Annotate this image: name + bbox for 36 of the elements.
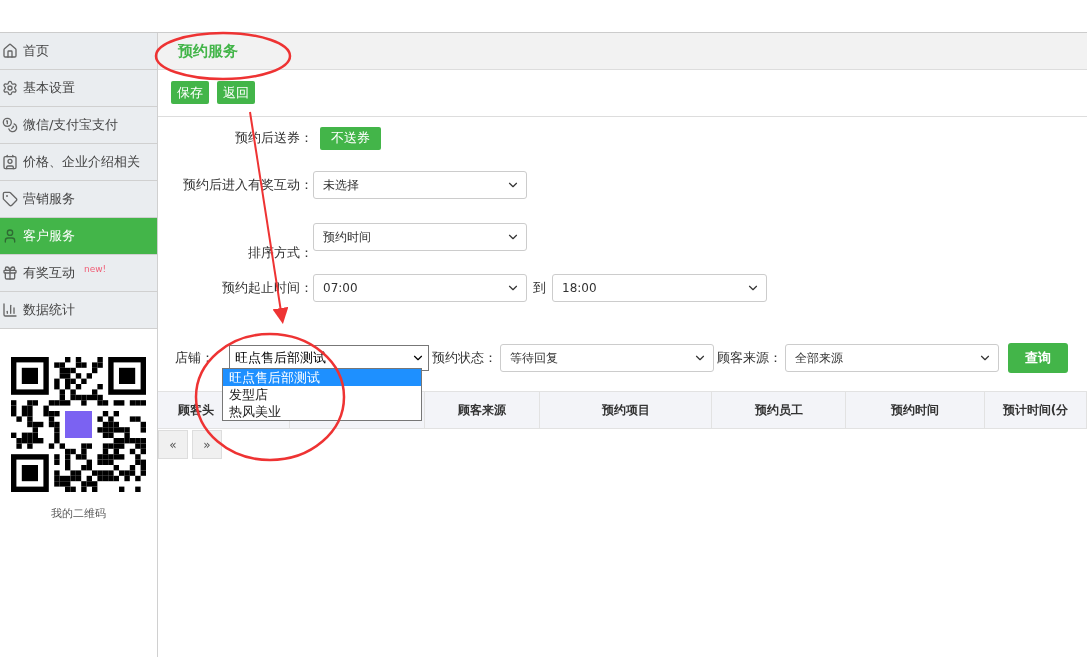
coins-icon — [2, 117, 18, 133]
settings-icon — [2, 80, 18, 96]
bar-chart-icon — [2, 302, 18, 318]
column-header: 预约项目 — [540, 392, 712, 428]
start-time-select[interactable]: 07:00 — [313, 274, 527, 302]
range-separator: 到 — [533, 279, 546, 297]
sidebar-item[interactable]: 价格、企业介绍相关 — [0, 144, 157, 181]
contact-card-icon — [2, 154, 18, 170]
column-header: 预约员工 — [712, 392, 846, 428]
interaction-select[interactable]: 未选择 — [313, 171, 527, 199]
person-icon — [2, 228, 18, 244]
house-icon — [2, 43, 18, 59]
sidebar-item[interactable]: 首页 — [0, 33, 157, 70]
source-label: 顾客来源： — [717, 349, 782, 367]
sidebar-item[interactable]: 有奖互动 new! — [0, 255, 157, 292]
status-label: 预约状态： — [432, 349, 497, 367]
column-header: 顾客来源 — [425, 392, 540, 428]
previous-page-button[interactable]: « — [158, 430, 188, 459]
new-label: new! — [84, 264, 107, 274]
tag-icon — [2, 191, 18, 207]
column-header: 预计时间(分 — [985, 392, 1087, 428]
gift-icon — [2, 265, 18, 281]
page-title: 预约服务 — [178, 41, 238, 61]
sidebar-item[interactable]: 数据统计 — [0, 292, 157, 329]
sidebar-item[interactable]: 微信/支付宝支付 — [0, 107, 157, 144]
sidebar-item[interactable]: 基本设置 — [0, 70, 157, 107]
end-time-select[interactable]: 18:00 — [552, 274, 767, 302]
source-select[interactable]: 全部来源 — [785, 344, 999, 372]
column-header: 预约时间 — [846, 392, 985, 428]
sidebar-item[interactable]: 营销服务 — [0, 181, 157, 218]
status-select[interactable]: 等待回复 — [500, 344, 714, 372]
sort-select[interactable]: 预约时间 — [313, 223, 527, 251]
next-page-button[interactable]: » — [192, 430, 222, 459]
form-label: 预约后进入有奖互动： — [182, 176, 313, 194]
qr-caption: 我的二维码 — [51, 506, 106, 521]
store-label: 店铺： — [175, 349, 214, 367]
